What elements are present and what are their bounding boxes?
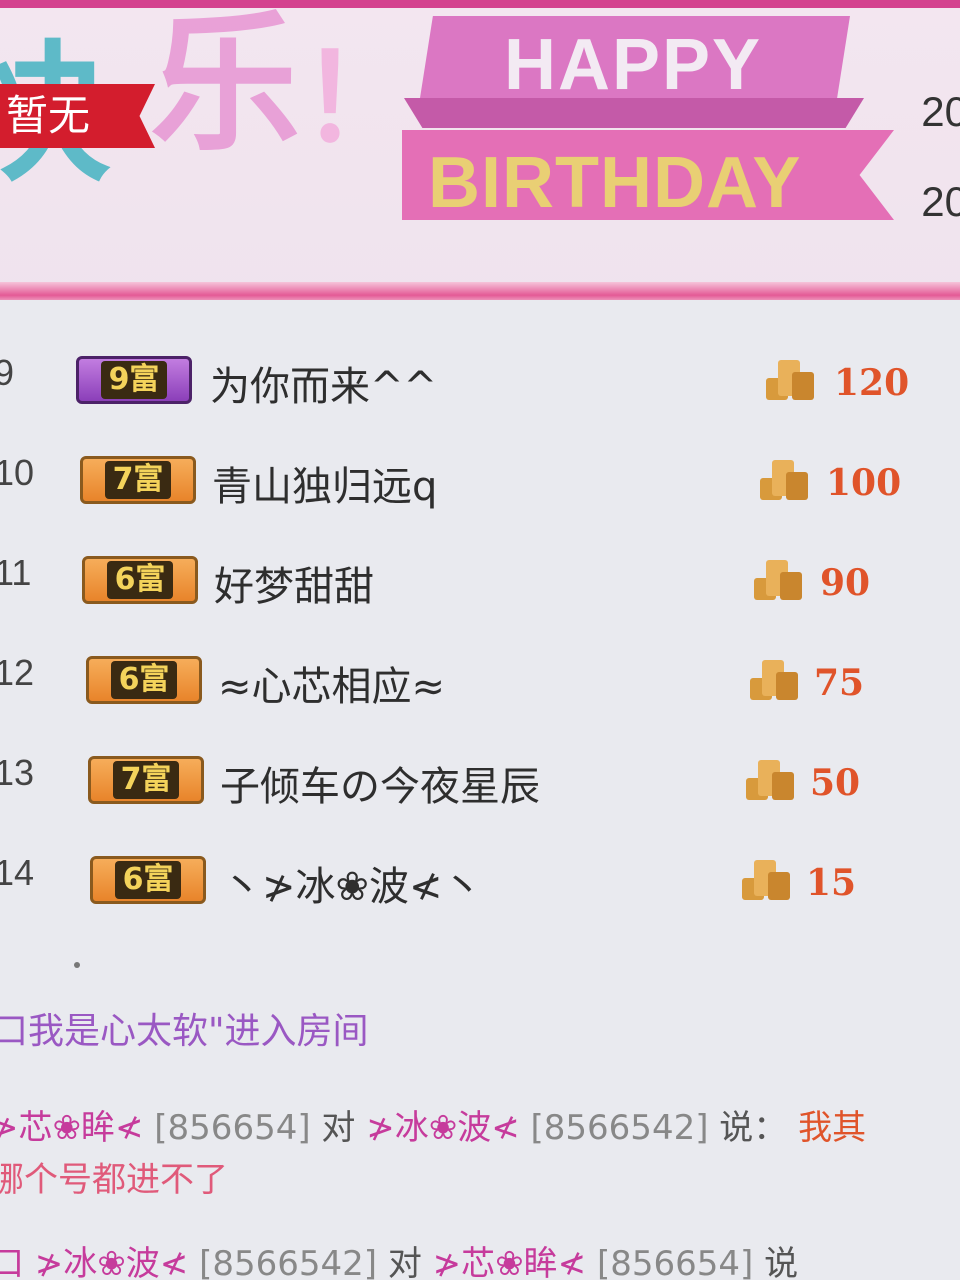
gold-coin-stack-icon	[752, 556, 804, 602]
birthday-text: BIRTHDAY	[428, 143, 802, 223]
year-label-2: 20	[921, 178, 960, 225]
chat-message-continuation: 哪个号都进不了	[0, 1160, 228, 1200]
gold-coin-stack-icon	[744, 756, 796, 802]
rich-level-badge: 6富	[90, 856, 206, 904]
banner-char-le: 乐	[150, 0, 301, 172]
happy-text: HAPPY	[504, 25, 763, 105]
user-name[interactable]: 为你而来^^	[210, 354, 437, 412]
status-tag: 暂无	[0, 84, 155, 148]
banner-separator	[0, 282, 960, 300]
year-label-1: 20	[921, 88, 960, 135]
rank-number: 10	[0, 452, 35, 493]
gold-coin-stack-icon	[748, 656, 800, 702]
chat-recipient-id: [856654]	[596, 1244, 754, 1280]
banner-top-border	[0, 0, 960, 8]
rich-level-text: 7富	[104, 461, 172, 499]
rank-number: 12	[0, 652, 35, 693]
chat-message-text: 我其	[798, 1108, 867, 1148]
user-name[interactable]: 好梦甜甜	[214, 554, 374, 612]
rich-ranking-list: 9 9富 为你而来^^ 120 10 7富 青山独归远q 100 11 6富 好…	[0, 330, 960, 930]
chat-sender-id: [856654]	[154, 1108, 311, 1148]
ranking-row[interactable]: 10 7富 青山独归远q 100	[0, 430, 960, 530]
birthday-ribbon: BIRTHDAY	[402, 130, 894, 220]
rich-level-text: 7富	[112, 761, 180, 799]
chat-recipient-name[interactable]: ≯冰❀波≮	[366, 1108, 519, 1148]
rich-level-badge: 7富	[88, 756, 204, 804]
rank-number: 13	[0, 752, 35, 793]
coin-amount: 90	[820, 562, 871, 604]
ranking-row[interactable]: 13 7富 子倾车の今夜星辰 50	[0, 730, 960, 830]
chat-sender-id: [8566542]	[199, 1244, 378, 1280]
ranking-row[interactable]: 11 6富 好梦甜甜 90	[0, 530, 960, 630]
rank-number: 14	[0, 852, 35, 893]
chat-recipient-id: [8566542]	[530, 1108, 709, 1148]
rich-level-text: 6富	[106, 561, 174, 599]
user-name[interactable]: 青山独归远q	[212, 454, 437, 512]
birthday-banner: 快 乐 ！ 暂无 HAPPY BIRTHDAY 20 20	[0, 0, 960, 300]
rich-level-badge: 6富	[82, 556, 198, 604]
rich-level-text: 6富	[114, 861, 182, 899]
coin-amount: 15	[806, 862, 857, 904]
user-name[interactable]: 丶≯冰❀波≮丶	[222, 854, 483, 912]
coin-amount: 100	[826, 462, 902, 504]
divider-dot	[74, 962, 80, 968]
rich-level-text: 9富	[100, 361, 168, 399]
rich-level-text: 6富	[110, 661, 178, 699]
coin-amount: 50	[810, 762, 861, 804]
chat-say-word: 说	[764, 1244, 799, 1280]
ranking-row[interactable]: 9 9富 为你而来^^ 120	[0, 330, 960, 430]
chat-sender-name[interactable]: 口 ≯冰❀波≮	[0, 1244, 188, 1280]
rich-level-badge: 7富	[80, 456, 196, 504]
user-name[interactable]: 子倾车の今夜星辰	[220, 754, 540, 812]
ranking-row[interactable]: 14 6富 丶≯冰❀波≮丶 15	[0, 830, 960, 930]
chat-recipient-name[interactable]: ≯芯❀眸≮	[433, 1244, 586, 1280]
rank-number: 11	[0, 552, 32, 593]
gold-coin-stack-icon	[740, 856, 792, 902]
chat-enter-room-message: 口我是心太软"进入房间	[0, 1011, 369, 1052]
ranking-row[interactable]: 12 6富 ≈心芯相应≈ 75	[0, 630, 960, 730]
chat-to-word: 对	[387, 1244, 422, 1280]
rank-number: 9	[0, 352, 15, 393]
happy-ribbon: HAPPY	[420, 16, 850, 98]
chat-say-word: 说：	[719, 1108, 788, 1148]
gold-coin-stack-icon	[764, 356, 816, 402]
ribbon-fold	[404, 98, 864, 128]
gold-coin-stack-icon	[758, 456, 810, 502]
chat-message: 口 ≯冰❀波≮ [8566542] 对 ≯芯❀眸≮ [856654] 说	[0, 1236, 798, 1280]
coin-amount: 120	[834, 362, 910, 404]
chat-to-word: 对	[321, 1108, 356, 1148]
chat-sender-name[interactable]: ≯芯❀眸≮	[0, 1108, 143, 1148]
rich-level-badge: 9富	[76, 356, 192, 404]
rich-level-badge: 6富	[86, 656, 202, 704]
coin-amount: 75	[814, 662, 865, 704]
chat-message: ≯芯❀眸≮ [856654] 对 ≯冰❀波≮ [8566542] 说： 我其	[0, 1100, 866, 1149]
user-name[interactable]: ≈心芯相应≈	[218, 654, 445, 712]
